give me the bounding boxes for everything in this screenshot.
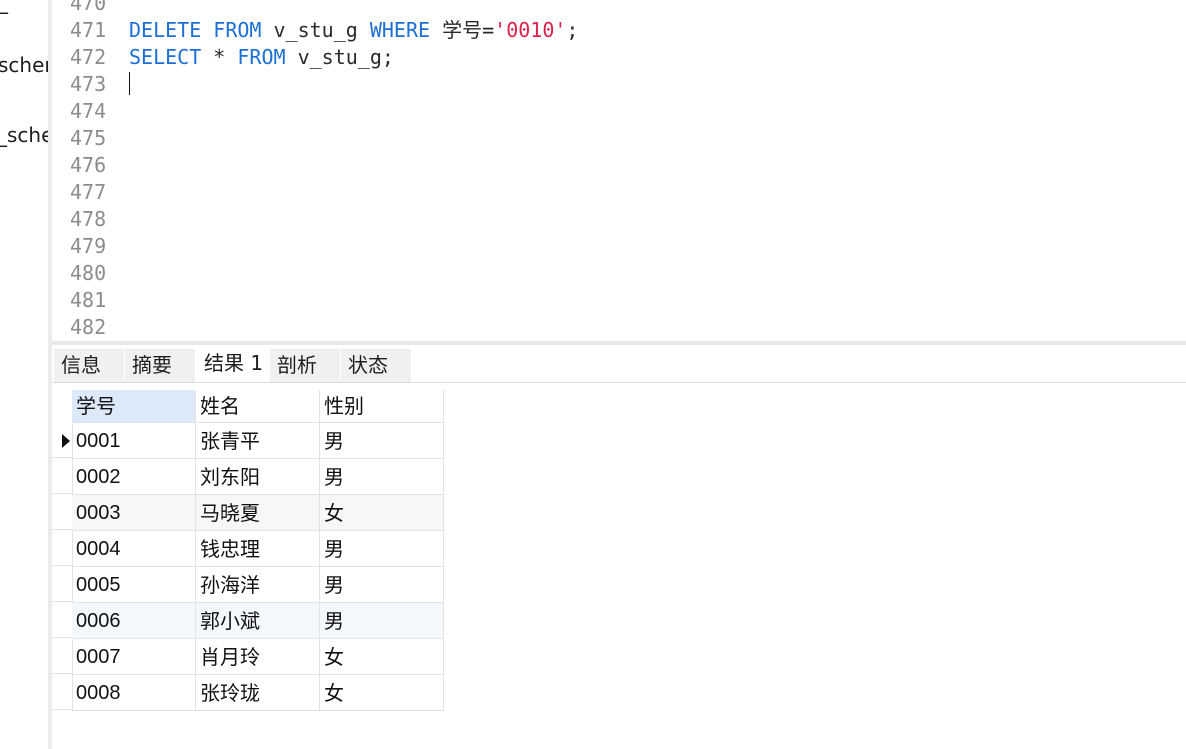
result-tab-bar: 信息 摘要 结果 1 剖析 状态 [52, 345, 1186, 383]
table-cell[interactable]: 男 [320, 459, 444, 495]
table-cell[interactable]: 0004 [72, 531, 196, 567]
line-number: 482 [70, 315, 107, 339]
table-cell[interactable]: 孙海洋 [196, 567, 320, 603]
line-number: 477 [70, 180, 107, 204]
text-cursor [129, 72, 130, 95]
line-number: 471 [70, 18, 107, 42]
editor-line[interactable]: 478 [52, 206, 1186, 233]
tab-result-1[interactable]: 结果 1 [197, 346, 270, 382]
sql-text: v_stu_g [261, 18, 370, 42]
code-text: SELECT * FROM v_stu_g; [129, 44, 394, 71]
editor-line[interactable]: 481 [52, 287, 1186, 314]
table-cell[interactable]: 女 [320, 495, 444, 531]
tab-info[interactable]: 信息 [54, 349, 124, 382]
navigator-item[interactable]: schen [0, 53, 48, 77]
table-cell[interactable]: 0002 [72, 459, 196, 495]
sql-string: '0010' [494, 18, 567, 42]
sql-keyword: SELECT [129, 45, 202, 69]
sql-text: * [201, 45, 238, 69]
table-cell[interactable]: 0008 [72, 675, 196, 711]
line-number: 476 [70, 153, 107, 177]
table-cell[interactable]: 女 [320, 639, 444, 675]
table-cell[interactable]: 钱忠理 [196, 531, 320, 567]
code-text: DELETE FROM v_stu_g WHERE 学号='0010'; [129, 17, 578, 44]
sql-keyword: FROM [213, 18, 262, 42]
line-number: 478 [70, 207, 107, 231]
editor-line[interactable]: 472 SELECT * FROM v_stu_g; [52, 44, 1186, 71]
editor-line[interactable]: 480 [52, 260, 1186, 287]
tab-profile[interactable]: 剖析 [270, 349, 340, 382]
navigator-item[interactable]: _' [0, 0, 14, 14]
sql-keyword: WHERE [369, 18, 431, 42]
navigator-panel: _' schen _sche [0, 0, 48, 749]
table-cell[interactable]: 0006 [72, 603, 196, 639]
table-cell[interactable]: 郭小斌 [196, 603, 320, 639]
row-indicator[interactable] [52, 603, 72, 638]
row-indicator[interactable] [52, 423, 72, 458]
editor-line[interactable]: 470 [52, 0, 1186, 17]
row-indicator[interactable] [52, 639, 72, 674]
tab-status[interactable]: 状态 [341, 349, 411, 382]
editor-line[interactable]: 482 [52, 314, 1186, 341]
sql-editor[interactable]: 470 471 DELETE FROM v_stu_g WHERE 学号='0010… [52, 0, 1186, 341]
column-header[interactable]: 学号 [72, 390, 196, 423]
editor-line[interactable]: 473 [52, 71, 1186, 98]
row-indicator[interactable] [52, 531, 72, 566]
table-cell[interactable]: 张玲珑 [196, 675, 320, 711]
editor-line[interactable]: 476 [52, 152, 1186, 179]
table-cell[interactable]: 男 [320, 567, 444, 603]
editor-line[interactable]: 471 DELETE FROM v_stu_g WHERE 学号='0010'; [52, 17, 1186, 44]
table-cell[interactable]: 女 [320, 675, 444, 711]
editor-line[interactable]: 475 [52, 125, 1186, 152]
line-number: 481 [70, 288, 107, 312]
line-number: 480 [70, 261, 107, 285]
line-number: 472 [70, 45, 107, 69]
column-header[interactable]: 性别 [320, 390, 444, 423]
sql-keyword: FROM [237, 45, 286, 69]
table-cell[interactable]: 肖月玲 [196, 639, 320, 675]
editor-line[interactable]: 474 [52, 98, 1186, 125]
table-cell[interactable]: 0007 [72, 639, 196, 675]
table-cell[interactable]: 男 [320, 531, 444, 567]
table-cell[interactable]: 张青平 [196, 423, 320, 459]
line-number: 473 [70, 72, 107, 96]
table-cell[interactable]: 男 [320, 603, 444, 639]
sql-text: 学号= [430, 18, 495, 42]
table-cell[interactable]: 0005 [72, 567, 196, 603]
column-header[interactable]: 姓名 [196, 390, 320, 423]
current-row-arrow-icon [62, 434, 70, 448]
table-cell[interactable]: 刘东阳 [196, 459, 320, 495]
sql-text: ; [566, 18, 579, 42]
line-number: 475 [70, 126, 107, 150]
table-cell[interactable]: 0003 [72, 495, 196, 531]
table-cell[interactable]: 0001 [72, 423, 196, 459]
row-indicator[interactable] [52, 495, 72, 530]
line-number: 470 [70, 0, 107, 15]
row-indicator-column [52, 423, 73, 711]
line-number: 474 [70, 99, 107, 123]
line-number: 479 [70, 234, 107, 258]
tab-summary[interactable]: 摘要 [125, 349, 195, 382]
editor-line[interactable]: 479 [52, 233, 1186, 260]
editor-line[interactable]: 477 [52, 179, 1186, 206]
table-cell[interactable]: 男 [320, 423, 444, 459]
table-cell[interactable]: 马晓夏 [196, 495, 320, 531]
row-indicator[interactable] [52, 567, 72, 602]
row-indicator[interactable] [52, 675, 72, 710]
row-indicator[interactable] [52, 459, 72, 494]
navigator-item[interactable]: _sche [0, 123, 48, 147]
sql-text: v_stu_g; [285, 45, 394, 69]
sql-keyword: DELETE [129, 18, 202, 42]
